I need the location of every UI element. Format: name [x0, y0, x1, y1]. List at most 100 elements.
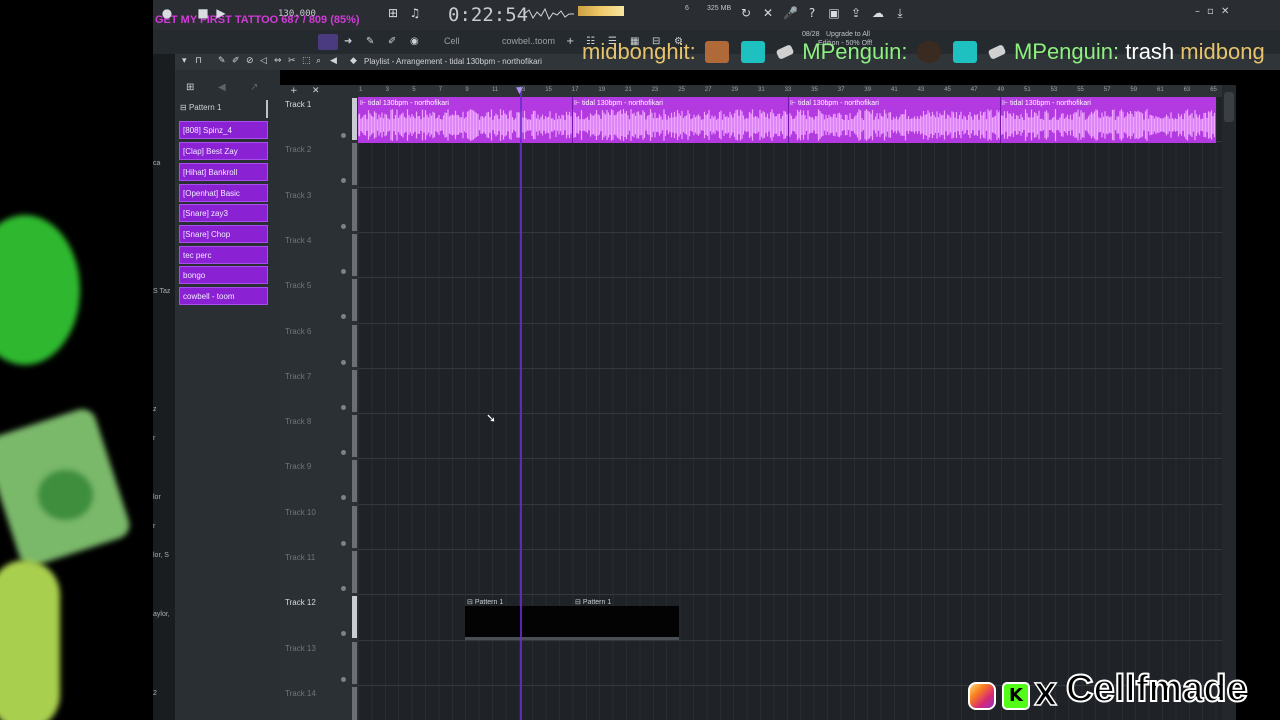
clip-boundary: [572, 97, 573, 143]
pencil-icon[interactable]: ✎: [366, 36, 374, 47]
cpu-display: 6: [685, 5, 689, 12]
menu-arrow-icon[interactable]: ▾: [182, 56, 187, 66]
playhead-marker-icon[interactable]: ▼: [516, 86, 523, 96]
vertical-scrollbar[interactable]: [1222, 85, 1236, 720]
add-icon[interactable]: +: [566, 36, 574, 47]
track-label[interactable]: Track 3: [285, 191, 311, 200]
channel-808-spinz[interactable]: [808] Spinz_4: [179, 121, 268, 139]
channel-hihat[interactable]: [Hihat] Bankroll: [179, 163, 268, 181]
track-label[interactable]: Track 7: [285, 372, 311, 381]
track-mute-dot[interactable]: [341, 404, 346, 410]
track-volume-bar[interactable]: [352, 369, 357, 412]
slice-tool-icon[interactable]: ✂: [288, 56, 296, 66]
delete-tool-icon[interactable]: ⊘: [246, 56, 254, 66]
metronome-icon[interactable]: ↻: [739, 6, 753, 20]
mute-tool-icon[interactable]: ◁: [260, 56, 267, 66]
playhead[interactable]: [520, 88, 522, 720]
record-icon[interactable]: ●: [160, 6, 174, 20]
track-mute-dot[interactable]: [341, 359, 346, 365]
maximize-button[interactable]: ▫: [1207, 6, 1214, 17]
pattern-mode-icon[interactable]: ⊞: [386, 6, 400, 20]
track-volume-bar[interactable]: [352, 233, 357, 276]
track-mute-dot[interactable]: [341, 540, 346, 546]
upgrade-link[interactable]: Upgrade to All: [826, 31, 870, 38]
pattern-clip[interactable]: [465, 606, 573, 640]
pattern-selector[interactable]: [318, 34, 338, 50]
track-volume-bar[interactable]: [352, 188, 357, 231]
channel-tec-perc[interactable]: tec perc: [179, 246, 268, 264]
track-mute-dot[interactable]: [341, 133, 346, 138]
mic-icon[interactable]: 🎤: [783, 6, 798, 20]
channel-bongo[interactable]: bongo: [179, 266, 268, 284]
magnet-icon[interactable]: ⊓: [195, 56, 202, 66]
loop-icon[interactable]: ✕: [761, 6, 775, 20]
track-label[interactable]: Track 2: [285, 145, 311, 154]
close-button[interactable]: ✕: [1221, 6, 1229, 17]
close-playlist-icon[interactable]: ✕: [312, 86, 320, 96]
track-volume-bar[interactable]: [352, 143, 357, 186]
track-volume-bar[interactable]: [352, 460, 357, 503]
chat-icon[interactable]: ☁: [871, 6, 885, 20]
brush-icon[interactable]: ✐: [388, 36, 396, 47]
slip-tool-icon[interactable]: ⇔: [274, 56, 282, 66]
track-volume-bar[interactable]: [352, 641, 357, 684]
track-label[interactable]: Track 6: [285, 327, 311, 336]
channel-openhat[interactable]: [Openhat] Basic: [179, 184, 268, 202]
track-label[interactable]: Track 13: [285, 644, 316, 653]
track-volume-bar[interactable]: [352, 98, 357, 140]
tempo-display[interactable]: 130.000: [278, 9, 316, 19]
mouse-cursor-icon: ➘: [486, 411, 497, 425]
rack-pattern-name[interactable]: ⊟ Pattern 1: [180, 103, 221, 112]
track-volume-bar[interactable]: [352, 596, 357, 639]
help-icon[interactable]: ?: [805, 6, 819, 20]
arrow-right-icon[interactable]: ➜: [344, 36, 352, 47]
rack-arrow-icon[interactable]: ◀: [218, 82, 226, 93]
playback-tool-icon[interactable]: ◀: [330, 56, 337, 66]
add-track-icon[interactable]: +: [290, 86, 298, 96]
channel-snare-zay[interactable]: [Snare] zay3: [179, 204, 268, 222]
draw-tool-icon[interactable]: ✎: [218, 56, 226, 66]
stamp-icon[interactable]: ◉: [410, 36, 419, 47]
track-mute-dot[interactable]: [341, 676, 346, 682]
track-volume-bar[interactable]: [352, 551, 357, 593]
track-label[interactable]: Track 5: [285, 281, 311, 290]
channel-clap[interactable]: [Clap] Best Zay: [179, 142, 268, 160]
track-label[interactable]: Track 12: [285, 598, 316, 607]
track-mute-dot[interactable]: [341, 223, 346, 229]
minimize-button[interactable]: –: [1195, 6, 1200, 17]
track-volume-bar[interactable]: [352, 686, 357, 720]
track-label[interactable]: Track 4: [285, 236, 311, 245]
channel-snare-chop[interactable]: [Snare] Chop: [179, 225, 268, 243]
track-mute-dot[interactable]: [341, 268, 346, 274]
track-label[interactable]: Track 11: [285, 553, 315, 562]
zoom-tool-icon[interactable]: ⌕: [316, 56, 321, 66]
select-tool-icon[interactable]: ⬚: [302, 56, 311, 66]
channel-cowbell[interactable]: cowbell - toom: [179, 287, 268, 305]
rack-expand-icon[interactable]: ↗: [250, 82, 258, 93]
play-icon[interactable]: ▶: [214, 6, 228, 20]
track-volume-bar[interactable]: [352, 279, 357, 322]
track-volume-bar[interactable]: [352, 324, 357, 367]
paint-tool-icon[interactable]: ✐: [232, 56, 240, 66]
track-label[interactable]: Track 10: [285, 508, 316, 517]
track-volume-bar[interactable]: [352, 415, 357, 458]
track-label[interactable]: Track 9: [285, 462, 311, 471]
clip-boundary: [788, 97, 789, 143]
pattern-clip[interactable]: [573, 606, 679, 640]
track-volume-bar[interactable]: [352, 505, 357, 548]
stop-icon[interactable]: ■: [196, 6, 210, 20]
save-icon[interactable]: ▣: [827, 6, 841, 20]
current-pattern-file[interactable]: cowbel..toom: [502, 36, 555, 46]
track-label[interactable]: Track 8: [285, 417, 311, 426]
download-icon[interactable]: ⤓: [893, 6, 907, 20]
rack-grid-icon[interactable]: ⊞: [186, 82, 194, 93]
snap-selector[interactable]: Cell: [444, 36, 460, 46]
track-label[interactable]: Track 14: [285, 689, 316, 698]
track-mute-dot[interactable]: [341, 586, 346, 591]
emote-icon: [741, 41, 765, 64]
track-label[interactable]: Track 1: [285, 100, 311, 109]
scrollbar-thumb[interactable]: [1224, 92, 1234, 122]
ruler-tick-label: 17: [571, 87, 579, 93]
export-icon[interactable]: ⇪: [849, 6, 863, 20]
song-mode-icon[interactable]: ♫: [408, 6, 422, 20]
